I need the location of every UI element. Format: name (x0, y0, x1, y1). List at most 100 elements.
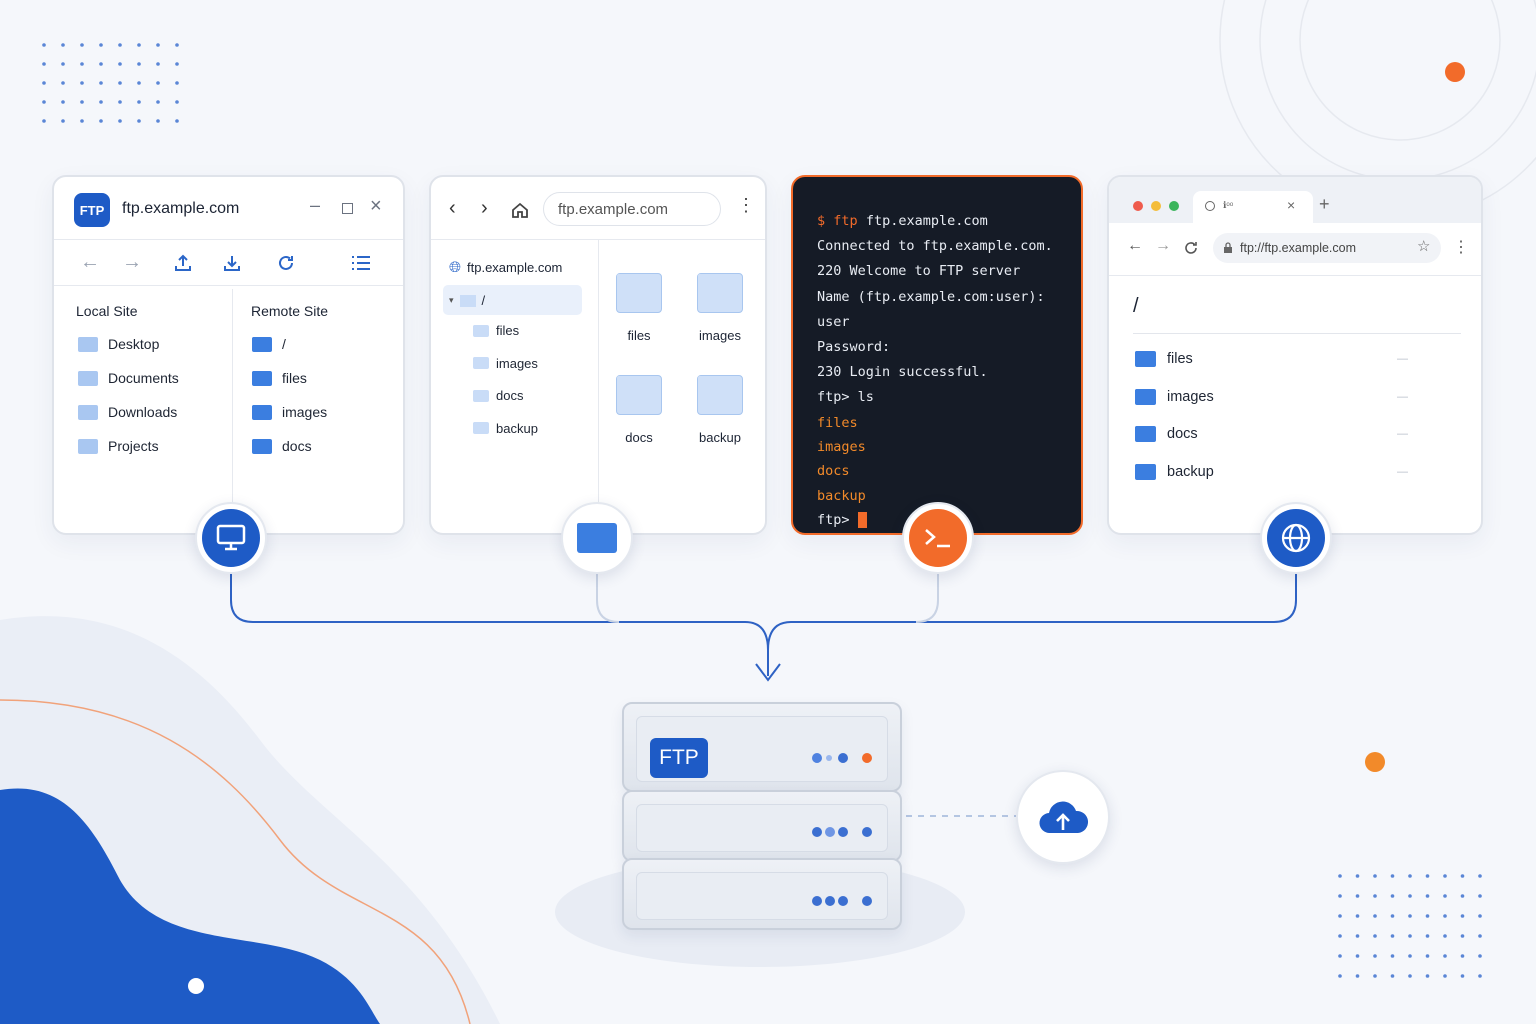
more-menu-icon[interactable]: ⋮ (737, 195, 755, 216)
directory-entry[interactable]: docs (1135, 426, 1198, 442)
dot-grid-bottom-right (1338, 874, 1482, 978)
grid-dot (42, 119, 46, 123)
upload-icon[interactable] (173, 253, 193, 273)
grid-dot (99, 81, 103, 85)
grid-dot (1478, 974, 1482, 978)
folder-badge (561, 502, 633, 574)
monitor-icon (216, 524, 246, 551)
grid-dot (1355, 894, 1360, 898)
tree-item[interactable]: images (473, 356, 538, 371)
grid-dot (42, 81, 46, 85)
close-icon[interactable]: × (370, 195, 382, 218)
server-unit-bottom (622, 858, 902, 930)
grid-dot (1408, 914, 1412, 918)
folder-icon (473, 389, 489, 402)
grid-dot (1478, 894, 1482, 898)
ftp-logo: FTP (74, 193, 110, 227)
grid-dot (1460, 894, 1465, 898)
tree-slash[interactable]: ▾ / (449, 293, 485, 308)
grid-folder[interactable]: backup (697, 375, 743, 445)
remote-site-item[interactable]: files (252, 370, 307, 386)
grid-dot (118, 62, 122, 66)
tab-close-icon[interactable]: × (1287, 197, 1295, 213)
grid-dot (1390, 894, 1395, 898)
grid-dot (1478, 954, 1482, 958)
grid-dot (42, 62, 46, 66)
grid-dot (1338, 874, 1342, 878)
back-chevron-icon[interactable]: ‹ (449, 197, 456, 220)
remote-site-item[interactable]: / (252, 336, 286, 352)
grid-dot (1408, 934, 1412, 938)
white-dot (188, 978, 204, 994)
forward-arrow-icon[interactable]: → (1155, 237, 1171, 255)
maximize-dot[interactable] (1169, 201, 1179, 211)
item-label: docs (625, 430, 653, 445)
chevron-down-icon: ▾ (449, 295, 454, 305)
grid-dot (1478, 914, 1482, 918)
grid-folder[interactable]: docs (616, 375, 662, 445)
tree-item[interactable]: docs (473, 388, 523, 403)
forward-chevron-icon[interactable]: › (481, 197, 488, 220)
close-dot[interactable] (1133, 201, 1143, 211)
tree-item[interactable]: files (473, 323, 519, 338)
browser-menu-icon[interactable]: ⋮ (1453, 237, 1469, 257)
back-arrow-icon[interactable]: ← (80, 251, 100, 274)
entry-name: files (1167, 351, 1193, 367)
local-site-item[interactable]: Desktop (78, 336, 159, 352)
grid-dot (1460, 974, 1465, 978)
grid-dot (42, 100, 46, 104)
minimize-icon[interactable]: – (310, 195, 320, 216)
folder-icon (1135, 351, 1156, 367)
directory-entry[interactable]: files (1135, 351, 1193, 367)
entry-name: images (1167, 388, 1214, 405)
remote-site-item[interactable]: docs (252, 438, 312, 454)
grid-dot (1338, 934, 1342, 938)
reload-icon[interactable] (1183, 240, 1199, 256)
item-label: Documents (108, 370, 179, 386)
minimize-dot[interactable] (1151, 201, 1161, 211)
grid-dot (156, 43, 160, 47)
grid-dot (1373, 894, 1377, 898)
list-view-icon[interactable] (351, 255, 371, 271)
home-icon[interactable] (511, 201, 529, 219)
tree-item[interactable]: backup (473, 421, 538, 436)
cloud-upload-icon (1039, 801, 1089, 834)
grid-dot (137, 100, 141, 104)
item-label: images (496, 355, 538, 371)
item-label: / (282, 336, 286, 352)
back-arrow-icon[interactable]: ← (1127, 237, 1143, 255)
folder-icon (697, 375, 743, 415)
download-icon[interactable] (222, 253, 242, 273)
grid-dot (1338, 914, 1342, 918)
maximize-icon[interactable] (342, 203, 353, 214)
grid-dot (1408, 874, 1412, 878)
grid-dot (137, 43, 141, 47)
folder-icon (78, 438, 98, 454)
entry-size: — (1397, 465, 1408, 478)
dot-grid-top-left (42, 43, 179, 123)
tree-root[interactable]: 🌐︎ ftp.example.com (449, 259, 562, 276)
remote-site-item[interactable]: images (252, 404, 327, 420)
grid-dot (61, 62, 65, 66)
grid-dot (1408, 974, 1412, 978)
grid-dot (1373, 914, 1377, 918)
status-led (812, 753, 822, 763)
refresh-icon[interactable] (276, 253, 296, 273)
directory-entry[interactable]: backup (1135, 463, 1214, 480)
bookmark-star-icon[interactable]: ☆ (1417, 237, 1430, 255)
grid-folder[interactable]: files (616, 273, 662, 343)
grid-dot (61, 43, 65, 47)
grid-dot (1390, 974, 1395, 978)
desktop-badge (195, 502, 267, 574)
new-tab-button[interactable]: + (1319, 194, 1330, 215)
forward-arrow-icon[interactable]: → (122, 251, 142, 274)
directory-entry[interactable]: images (1135, 388, 1214, 405)
local-site-item[interactable]: Documents (78, 370, 179, 386)
address-bar[interactable]: ftp.example.com (543, 192, 721, 226)
grid-folder[interactable]: images (697, 273, 743, 343)
item-label: files (282, 370, 307, 386)
local-site-item[interactable]: Downloads (78, 404, 177, 420)
local-site-item[interactable]: Projects (78, 438, 159, 454)
connector-lines (230, 570, 1297, 682)
folder-icon (1135, 388, 1156, 405)
